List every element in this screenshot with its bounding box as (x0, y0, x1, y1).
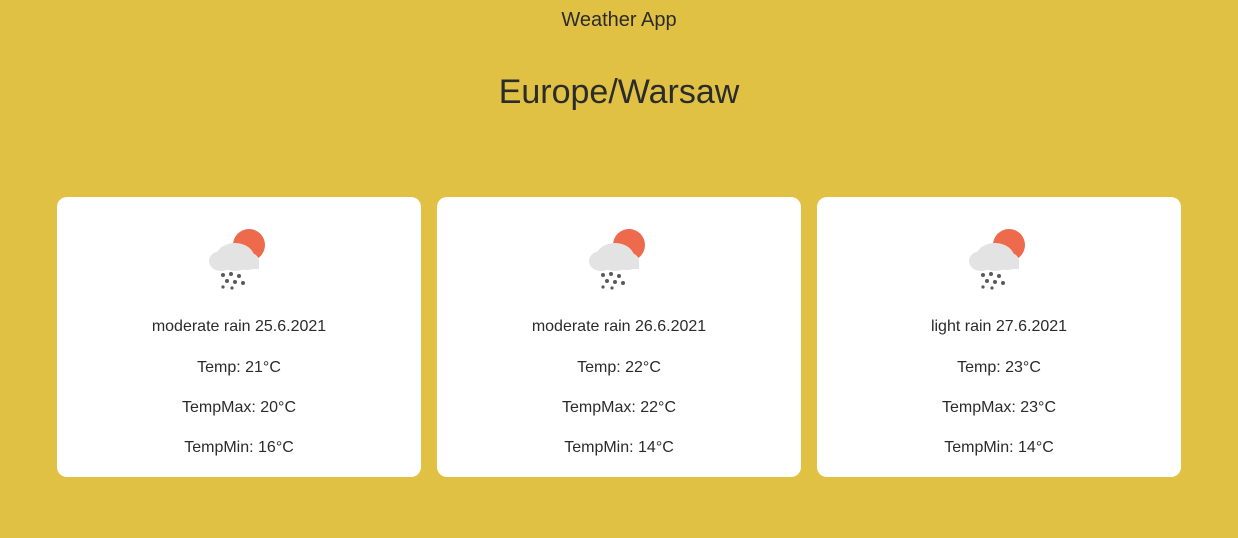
forecast-temp-max: TempMax: 23°C (942, 399, 1056, 416)
forecast-temp: Temp: 22°C (577, 359, 661, 376)
forecast-card: moderate rain 25.6.2021 Temp: 21°C TempM… (57, 197, 421, 477)
forecast-card: light rain 27.6.2021 Temp: 23°C TempMax:… (817, 197, 1181, 477)
forecast-temp: Temp: 21°C (197, 359, 281, 376)
forecast-temp-max: TempMax: 22°C (562, 399, 676, 416)
cloud-sun-rain-icon (969, 229, 1025, 290)
forecast-temp-min: TempMin: 16°C (184, 439, 294, 456)
forecast-description: moderate rain 26.6.2021 (531, 318, 707, 335)
forecast-description: moderate rain 25.6.2021 (151, 318, 327, 335)
cloud-sun-rain-icon (209, 229, 265, 290)
app-title: Weather App (561, 9, 677, 31)
forecast-temp-max: TempMax: 20°C (182, 399, 296, 416)
cloud-sun-rain-icon (589, 229, 645, 290)
forecast-description: light rain 27.6.2021 (930, 318, 1068, 335)
forecast-list: moderate rain 25.6.2021 Temp: 21°C TempM… (57, 197, 1181, 477)
forecast-temp-min: TempMin: 14°C (564, 439, 674, 456)
forecast-temp: Temp: 23°C (957, 359, 1041, 376)
forecast-card: moderate rain 26.6.2021 Temp: 22°C TempM… (437, 197, 801, 477)
forecast-temp-min: TempMin: 14°C (944, 439, 1054, 456)
location-title: Europe/Warsaw (498, 73, 740, 111)
